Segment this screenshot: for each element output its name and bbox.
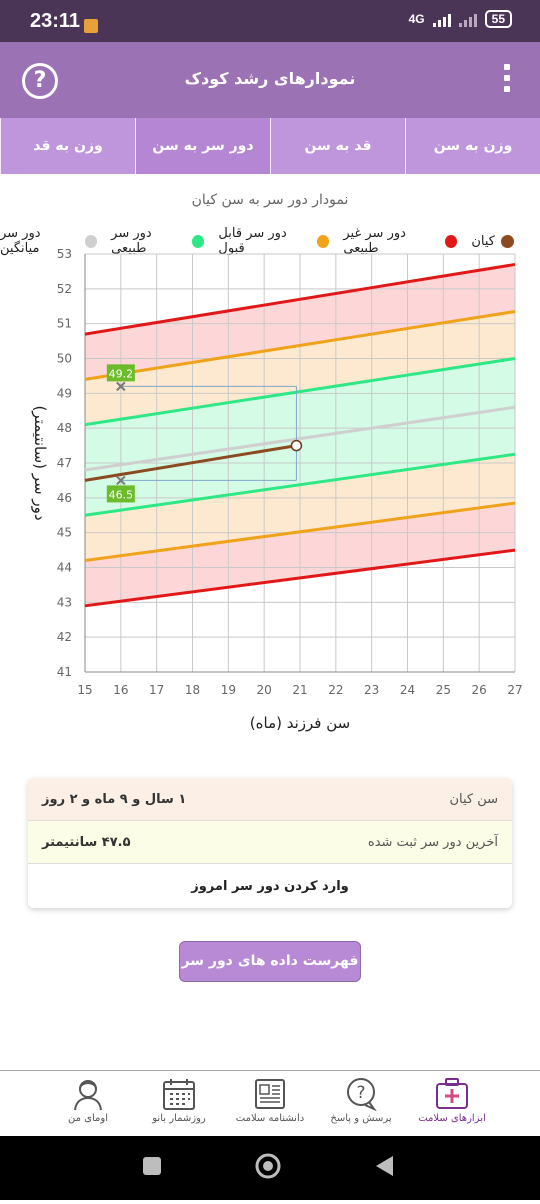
head-circumference-chart: 15 16 17 18 19 20 21 22 23 24 25 26 27 41 42 43 44 45 46 47… — [31, 247, 523, 732]
app-bar: ? نمودارهای رشد کودک — [0, 42, 540, 118]
x-tick-label: 15 — [77, 683, 92, 697]
newspaper-icon — [255, 1079, 285, 1109]
x-tick-label: 27 — [507, 683, 522, 697]
y-tick-label: 53 — [57, 247, 72, 261]
y-tick-label: 51 — [57, 317, 72, 331]
nav-label: روزشمار بانو — [152, 1113, 206, 1124]
nav-my-profile[interactable]: اومای من — [50, 1071, 126, 1136]
age-value: ۱ سال و ۹ ماه و ۲ روز — [42, 791, 187, 807]
status-icons: 4G 55 — [409, 10, 512, 28]
signal-icon-2 — [458, 11, 477, 27]
info-card: سن کیان ۱ سال و ۹ ماه و ۲ روز آخرین دور … — [28, 778, 512, 908]
x-tick-label: 25 — [436, 683, 451, 697]
nav-health-tools[interactable]: ابزارهای سلامت — [414, 1071, 490, 1136]
enter-today-button[interactable]: وارد کردن دور سر امروز — [28, 864, 512, 908]
age-row: سن کیان ۱ سال و ۹ ماه و ۲ روز — [28, 778, 512, 821]
x-tick-label: 18 — [185, 683, 200, 697]
nav-label: ابزارهای سلامت — [418, 1113, 486, 1124]
tab-head-age[interactable]: دور سر به سن — [135, 118, 270, 174]
nav-label: پرسش و پاسخ — [330, 1113, 392, 1124]
data-label: 49.2 — [109, 367, 134, 380]
svg-text:?: ? — [356, 1083, 365, 1103]
nav-qa[interactable]: ? پرسش و پاسخ — [323, 1071, 399, 1136]
age-label: سن کیان — [449, 791, 498, 807]
y-tick-label: 46 — [57, 491, 72, 505]
tab-height-age[interactable]: قد به سن — [270, 118, 405, 174]
y-tick-label: 42 — [57, 630, 72, 644]
question-bubble-icon: ? — [347, 1078, 377, 1111]
battery-icon: 55 — [484, 10, 512, 28]
x-tick-label: 24 — [400, 683, 415, 697]
more-vertical-icon[interactable] — [504, 64, 512, 97]
tab-weight-height[interactable]: وزن به قد — [0, 118, 135, 174]
last-measure-label: آخرین دور سر ثبت شده — [367, 834, 498, 850]
recent-apps-icon[interactable] — [143, 1157, 161, 1175]
nav-encyclopedia[interactable]: دانشنامه سلامت — [232, 1071, 308, 1136]
y-tick-label: 50 — [57, 352, 72, 366]
calendar-icon — [163, 1079, 195, 1110]
chart-title: نمودار دور سر به سن کیان — [191, 192, 349, 208]
signal-icon — [432, 11, 451, 27]
x-tick-label: 20 — [257, 683, 272, 697]
chart-tabs: وزن به سن قد به سن دور سر به سن وزن به ق… — [0, 118, 540, 174]
status-bar: 23:11 4G 55 — [0, 0, 540, 42]
system-nav-icons — [143, 1153, 393, 1179]
medical-kit-icon — [436, 1078, 468, 1109]
y-tick-label: 52 — [57, 282, 72, 296]
y-tick-label: 44 — [57, 561, 72, 575]
x-tick-label: 26 — [472, 683, 487, 697]
x-tick-label: 23 — [364, 683, 379, 697]
x-tick-label: 22 — [328, 683, 343, 697]
y-axis-title: دور سر (سانتیمتر) — [31, 405, 49, 520]
nav-calendar[interactable]: روزشمار بانو — [141, 1071, 217, 1136]
user-icon — [74, 1080, 102, 1111]
data-label: 46.5 — [109, 488, 134, 501]
tab-weight-age[interactable]: وزن به سن — [405, 118, 540, 174]
nav-label: اومای من — [68, 1113, 108, 1124]
x-tick-label: 19 — [221, 683, 236, 697]
notification-icon — [84, 19, 98, 33]
nav-label: دانشنامه سلامت — [235, 1113, 305, 1124]
y-tick-label: 47 — [57, 456, 72, 470]
last-measure-value: ۴۷.۵ سانتیمتر — [42, 834, 131, 850]
y-tick-label: 43 — [57, 595, 72, 609]
data-list-button[interactable]: فهرست داده های دور سر کیان — [179, 941, 361, 1008]
back-icon[interactable] — [376, 1156, 393, 1176]
system-nav-bar — [0, 1136, 540, 1200]
y-tick-label: 45 — [57, 526, 72, 540]
y-tick-label: 49 — [57, 386, 72, 400]
x-tick-label: 21 — [292, 683, 307, 697]
y-tick-label: 41 — [57, 665, 72, 679]
network-label: 4G — [408, 12, 425, 26]
x-tick-label: 16 — [113, 683, 128, 697]
x-axis-title: سن فرزند (ماه) — [250, 714, 350, 732]
status-time: 23:11 — [30, 10, 81, 32]
home-dot — [263, 1161, 273, 1171]
x-tick-label: 17 — [149, 683, 164, 697]
bottom-nav: ابزارهای سلامت ? پرسش و پاسخ دانشنامه سل… — [0, 1070, 540, 1136]
last-measure-row: آخرین دور سر ثبت شده ۴۷.۵ سانتیمتر — [28, 821, 512, 864]
page-title: نمودارهای رشد کودک — [184, 69, 356, 88]
data-point — [290, 439, 303, 452]
y-tick-label: 48 — [57, 421, 72, 435]
